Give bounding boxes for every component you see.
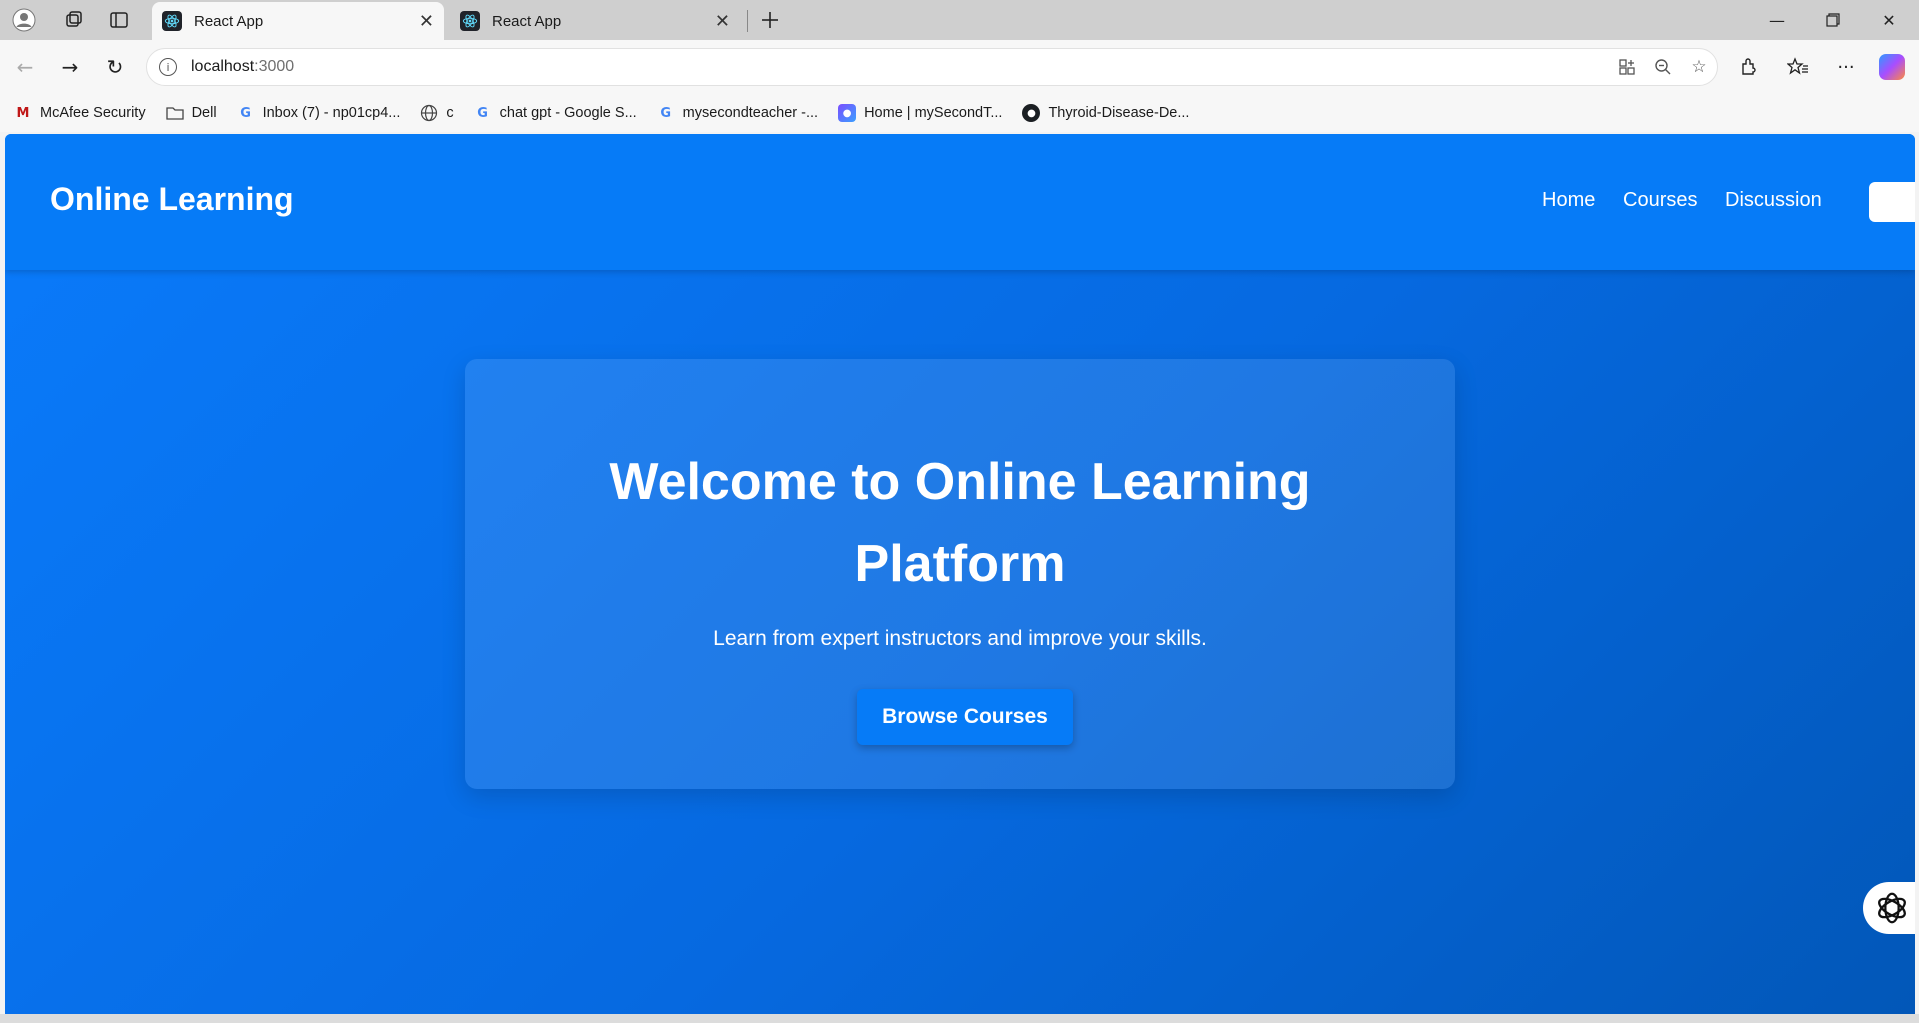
restore-icon[interactable] xyxy=(1810,4,1856,36)
header-action-button[interactable] xyxy=(1869,182,1915,222)
close-tab-icon[interactable]: ✕ xyxy=(715,11,730,32)
hero-title: Welcome to Online Learning Platform xyxy=(609,453,1311,593)
site-logo[interactable]: Online Learning xyxy=(50,181,294,218)
chat-assistant-icon[interactable] xyxy=(1863,882,1915,934)
close-tab-icon[interactable]: ✕ xyxy=(419,11,434,32)
url-port: :3000 xyxy=(254,58,295,75)
bookmark-label: McAfee Security xyxy=(40,105,146,121)
mysecondteacher-icon: ● xyxy=(838,104,857,122)
bookmark-inbox[interactable]: G Inbox (7) - np01cp4... xyxy=(237,104,401,122)
bookmark-c[interactable]: c xyxy=(420,104,454,122)
bookmark-thyroid[interactable]: ● Thyroid-Disease-De... xyxy=(1022,104,1189,122)
bookmark-label: c xyxy=(446,105,454,121)
tab-title: React App xyxy=(194,12,264,30)
favorite-star-icon[interactable]: ☆ xyxy=(1681,52,1717,82)
hero-subtitle: Learn from expert instructors and improv… xyxy=(713,627,1207,650)
more-options-icon[interactable]: ··· xyxy=(1830,52,1862,82)
url-host: localhost xyxy=(191,58,255,75)
close-window-icon[interactable]: ✕ xyxy=(1866,4,1912,36)
google-icon: G xyxy=(660,105,671,121)
forward-icon[interactable]: → xyxy=(55,52,85,82)
bookmark-home-mysecondteacher[interactable]: ● Home | mySecondT... xyxy=(838,104,1002,122)
window-bottom-edge xyxy=(0,1014,1919,1023)
nav-home[interactable]: Home xyxy=(1542,189,1595,212)
copilot-icon[interactable] xyxy=(1876,52,1908,82)
workspaces-icon[interactable] xyxy=(60,6,88,34)
bookmark-dell[interactable]: Dell xyxy=(165,104,217,122)
tab-title: React App xyxy=(492,12,562,30)
extensions-icon[interactable] xyxy=(1733,52,1765,82)
reload-icon[interactable]: ↻ xyxy=(100,52,130,82)
nav-discussion[interactable]: Discussion xyxy=(1725,189,1822,212)
bookmark-label: chat gpt - Google S... xyxy=(499,105,637,121)
site-info-icon[interactable]: i xyxy=(159,58,177,76)
page-viewport: Online Learning Home Courses Discussion … xyxy=(5,134,1915,1014)
tab-react-app-1[interactable]: React App ✕ xyxy=(152,2,444,40)
back-icon[interactable]: ← xyxy=(10,52,40,82)
github-icon: ● xyxy=(1022,104,1041,122)
tab-separator xyxy=(747,10,748,32)
react-icon xyxy=(162,11,182,31)
google-icon: G xyxy=(240,105,251,121)
tab-react-app-2[interactable]: React App ✕ xyxy=(450,2,740,40)
nav-courses[interactable]: Courses xyxy=(1623,189,1697,212)
bookmark-chat-gpt[interactable]: Gchat gpt - Google S... xyxy=(474,104,637,122)
bookmark-mcafee[interactable]: M McAfee Security xyxy=(14,104,146,122)
zoom-out-icon[interactable] xyxy=(1645,52,1681,82)
browser-title-bar: React App ✕ React App ✕ — ✕ xyxy=(0,0,1919,40)
bookmark-label: mysecondteacher -... xyxy=(682,105,819,121)
globe-icon xyxy=(420,104,438,122)
new-tab-icon[interactable] xyxy=(756,6,784,34)
app-available-icon[interactable] xyxy=(1609,52,1645,82)
bookmark-label: Thyroid-Disease-De... xyxy=(1048,105,1190,121)
favorites-icon[interactable] xyxy=(1782,52,1814,82)
minimize-icon[interactable]: — xyxy=(1754,4,1800,36)
bookmark-label: Dell xyxy=(191,105,217,121)
site-header: Online Learning Home Courses Discussion xyxy=(5,134,1915,270)
bookmark-mysecondteacher[interactable]: Gmysecondteacher -... xyxy=(657,104,818,122)
browser-toolbar: ← → ↻ i localhost:3000 ☆ ··· xyxy=(0,40,1919,94)
address-bar[interactable]: i localhost:3000 ☆ xyxy=(146,48,1718,86)
browse-courses-button[interactable]: Browse Courses xyxy=(857,689,1073,745)
bookmark-label: Home | mySecondT... xyxy=(864,105,1003,121)
profile-icon[interactable] xyxy=(10,6,38,34)
mcafee-icon: M xyxy=(16,105,30,121)
bookmarks-bar: M McAfee Security Dell G Inbox (7) - np01c… xyxy=(0,94,1919,132)
google-icon: G xyxy=(477,105,488,121)
hero-card: Welcome to Online Learning Platform Lear… xyxy=(465,359,1455,789)
tab-actions-icon[interactable] xyxy=(105,6,133,34)
react-icon xyxy=(460,11,480,31)
bookmark-label: Inbox (7) - np01cp4... xyxy=(262,105,401,121)
folder-icon xyxy=(165,104,184,122)
url-text[interactable]: localhost:3000 xyxy=(191,58,1609,76)
